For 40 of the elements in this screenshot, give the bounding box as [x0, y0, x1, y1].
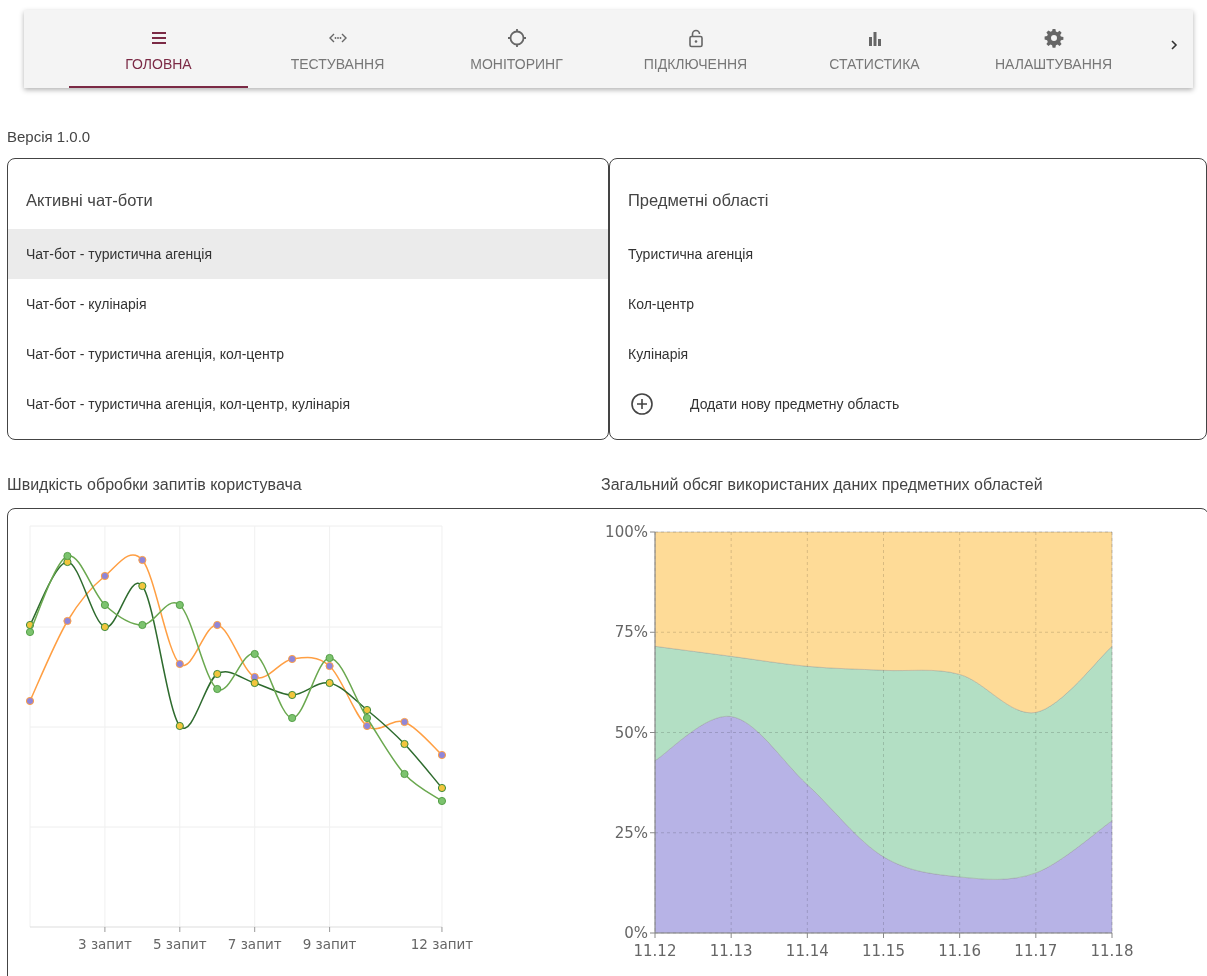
nav-tab[interactable]: СТАТИСТИКА	[785, 10, 964, 88]
chevron-right-icon	[1169, 40, 1179, 50]
axis-label: 7 запит	[227, 936, 282, 952]
axis-label: 75%	[614, 623, 648, 642]
nav-tab[interactable]: ПІДКЛЮЧЕННЯ	[606, 10, 785, 88]
card-title: Предметні області	[627, 189, 769, 211]
axis-label: 100%	[605, 523, 648, 541]
chatbot-item[interactable]: Чат-бот - туристична агенція	[8, 229, 608, 279]
axis-label: 11.18	[1090, 942, 1134, 960]
axis-label: 11.17	[1014, 942, 1058, 960]
axis-label: 9 запит	[302, 936, 357, 952]
nav-tab[interactable]: ГОЛОВНА	[69, 10, 248, 88]
axis-label: 11.13	[709, 942, 753, 960]
nav-tab[interactable]: МОНІТОРИНГ	[427, 10, 606, 88]
axis-label: 50%	[614, 723, 648, 742]
version-label: Версія 1.0.0	[7, 128, 91, 147]
axis-label: 5 запит	[152, 936, 207, 952]
nav-tab[interactable]: ТЕСТУВАННЯ	[248, 10, 427, 88]
axis-label: 0%	[624, 924, 648, 942]
axis-label: 3 запит	[78, 936, 132, 952]
chatbot-item[interactable]: Чат-бот - туристична агенція, кол-центр, кулінарія	[8, 379, 608, 429]
axis-label: 11.12	[633, 942, 677, 960]
domain-item[interactable]: Кол-центр	[610, 279, 1206, 329]
domain-item[interactable]: Туристична агенція	[610, 229, 1206, 279]
chatbot-item[interactable]: Чат-бот - туристична агенція, кол-центр	[8, 329, 608, 379]
chart-title: Загальний обсяг використаних даних предметних областей	[601, 476, 1043, 494]
domain-item[interactable]: Кулінарія	[610, 329, 1206, 379]
settings-icon	[1043, 28, 1064, 48]
plus-circle-icon	[630, 392, 654, 416]
add-domain-button[interactable]: Додати нову предметну область	[610, 379, 1206, 429]
axis-label: 11.16	[938, 942, 982, 960]
chart-title: Швидкість обробки запитів користувача	[7, 476, 303, 494]
card-title: Активні чат-боти	[25, 189, 153, 211]
nav-tab[interactable]: НАЛАШТУВАННЯ	[964, 10, 1143, 88]
crosshair-icon	[506, 28, 527, 48]
axis-label: 11.14	[785, 942, 829, 960]
axis-label: 12 запит	[410, 936, 474, 952]
axis-label: 11.15	[862, 942, 905, 960]
axis-label: 25%	[614, 823, 648, 842]
chatbot-item[interactable]: Чат-бот - кулінарія	[8, 279, 608, 329]
